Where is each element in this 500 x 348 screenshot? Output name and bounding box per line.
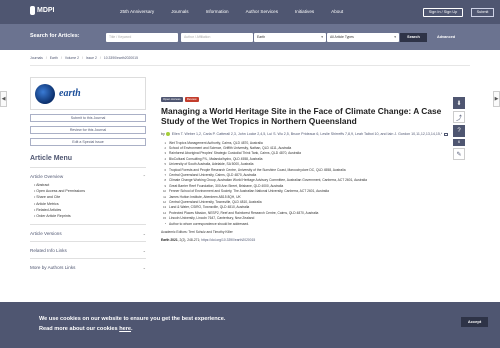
by-label: by <box>161 132 165 136</box>
breadcrumb-earth[interactable]: Earth <box>50 56 58 60</box>
top-bar: MDPI 25th Anniversary Journals Informati… <box>0 0 500 24</box>
article-overview-label: Article Overview <box>30 174 64 179</box>
cookie-line-2-text: Read more about our cookies <box>39 326 120 332</box>
divider <box>30 224 146 226</box>
cookie-banner: We use cookies on our website to ensure … <box>0 302 500 348</box>
menu-item-reprints[interactable]: Order Article Reprints <box>34 213 146 219</box>
cookie-line-1: We use cookies on our website to ensure … <box>39 316 226 322</box>
journal-select-value: Earth <box>257 35 266 39</box>
open-access-badge: Open Access <box>161 97 183 102</box>
sign-in-button[interactable]: Sign In / Sign Up <box>423 8 463 17</box>
search-button[interactable]: Search <box>400 33 427 42</box>
breadcrumb-separator: / <box>81 56 83 60</box>
cookie-line-2: Read more about our cookies here. <box>39 326 133 332</box>
article-main: Open Access Review Managing a World Heri… <box>161 97 451 242</box>
previous-article-arrow-icon[interactable]: ◀ <box>0 91 7 107</box>
article-versions-label: Article Versions <box>30 231 62 237</box>
journal-select[interactable]: Earth ▾ <box>254 33 326 42</box>
author-list: by Ellen T. Weber 1,2, Carla P. Catteral… <box>161 132 451 138</box>
divider <box>30 258 146 260</box>
author-affiliation-input[interactable]: Author / Affiliation <box>181 33 253 42</box>
article-type-badge: Review <box>184 97 199 102</box>
breadcrumb-separator: / <box>99 56 101 60</box>
chevron-down-icon: ⌄ <box>142 231 146 237</box>
article-overview-list: Abstract Open Access and Permissions Sha… <box>30 182 146 219</box>
academic-editors: Academic Editors: Terri Schulz and Timot… <box>161 230 233 234</box>
chevron-down-icon: ⌄ <box>142 265 146 271</box>
journal-name: earth <box>59 88 81 99</box>
article-versions-section[interactable]: Article Versions ⌄ <box>30 231 146 236</box>
doi-link[interactable]: https://doi.org/10.3390/earth2020015 <box>201 238 255 242</box>
citation-journal: Earth 2021 <box>161 238 178 242</box>
related-info-links-section[interactable]: Related Info Links ⌄ <box>30 248 146 253</box>
download-pdf-icon[interactable]: ⬇ <box>453 97 465 109</box>
nav-information[interactable]: Information <box>206 9 229 14</box>
question-icon[interactable]: ? <box>453 125 465 137</box>
article-tools: ⬇ ⤴ ? 6 ✎ <box>453 97 465 162</box>
divider <box>30 167 146 168</box>
comment-icon[interactable]: ✎ <box>453 148 465 160</box>
submit-to-journal-button[interactable]: Submit to this Journal <box>30 114 146 122</box>
submit-button[interactable]: Submit <box>471 8 494 17</box>
title-keyword-input[interactable]: Title / Keyword <box>106 33 178 42</box>
journal-logo[interactable]: earth <box>30 77 146 110</box>
edit-special-issue-button[interactable]: Edit a Special Issue <box>30 138 146 146</box>
article-overview-section[interactable]: Article Overview ⌃ <box>30 174 146 179</box>
breadcrumb-issue[interactable]: Issue 2 <box>86 56 97 60</box>
chevron-down-icon: ▾ <box>394 35 396 39</box>
cookie-message: We use cookies on our website to ensure … <box>39 314 225 334</box>
affiliation-list: 1 Wet Tropics Management Authority, Cairn… <box>161 141 451 228</box>
affiliation-item: * Author to whom correspondence should be… <box>161 222 451 227</box>
article-title: Managing a World Heritage Site in the Fa… <box>161 106 442 126</box>
chevron-up-icon: ⌃ <box>142 174 146 179</box>
email-icon[interactable] <box>444 132 449 136</box>
chevron-down-icon: ⌄ <box>142 248 146 254</box>
review-for-journal-button[interactable]: Review for this Journal <box>30 126 146 134</box>
breadcrumb-separator: / <box>45 56 47 60</box>
breadcrumb-separator: / <box>60 56 62 60</box>
breadcrumb-volume[interactable]: Volume 2 <box>65 56 79 60</box>
breadcrumb-doi[interactable]: 10.3390/earth2020015 <box>104 56 138 60</box>
nav-author-services[interactable]: Author Services <box>246 9 278 14</box>
orcid-icon[interactable] <box>165 132 170 137</box>
more-by-authors-label: More by Authors Links <box>30 265 76 271</box>
breadcrumb-journals[interactable]: Journals <box>30 56 43 60</box>
chevron-down-icon: ▾ <box>321 35 323 39</box>
logo-text: MDPI <box>37 7 55 14</box>
article-type-select-value: All Article Types <box>330 35 354 39</box>
share-icon[interactable]: ⤴ <box>453 111 465 123</box>
related-info-links-label: Related Info Links <box>30 248 67 254</box>
cookie-policy-link[interactable]: here <box>119 326 131 332</box>
left-sidebar: earth Submit to this Journal Review for … <box>30 77 146 270</box>
author-names[interactable]: Ellen T. Weber 1,2, Carla P. Catterall 2… <box>172 132 442 136</box>
article-menu-title: Article Menu <box>30 155 73 162</box>
affiliation-number: * <box>164 222 166 226</box>
top-navigation: 25th Anniversary Journals Information Au… <box>120 9 343 14</box>
next-article-arrow-icon[interactable]: ▶ <box>493 91 500 107</box>
more-by-authors-section[interactable]: More by Authors Links ⌄ <box>30 265 146 270</box>
accept-cookies-button[interactable]: Accept <box>461 317 488 327</box>
comment-count-badge: 6 <box>453 139 465 146</box>
article-badges: Open Access Review <box>161 97 451 102</box>
nav-initiatives[interactable]: Initiatives <box>295 9 314 14</box>
globe-icon <box>35 83 55 104</box>
nav-journals[interactable]: Journals <box>171 9 188 14</box>
affiliation-text: Author to whom correspondence should be … <box>169 221 250 226</box>
divider <box>30 241 146 243</box>
search-bar: Search for Articles: Title / Keyword Aut… <box>0 24 500 50</box>
mdpi-logo-icon <box>30 6 35 15</box>
mdpi-logo[interactable]: MDPI <box>30 6 55 15</box>
search-label: Search for Articles: <box>30 33 80 39</box>
nav-about[interactable]: About <box>331 9 343 14</box>
divider <box>30 65 470 66</box>
citation-details: , 2(2), 248-271; <box>177 238 201 242</box>
article-type-select[interactable]: All Article Types ▾ <box>327 33 399 42</box>
advanced-search-link[interactable]: Advanced <box>437 33 455 42</box>
citation-line: Earth 2021, 2(2), 248-271; https://doi.o… <box>161 238 451 242</box>
nav-anniversary[interactable]: 25th Anniversary <box>120 9 154 14</box>
breadcrumb: Journals / Earth / Volume 2/ Issue 2/ 10.3… <box>30 56 138 60</box>
